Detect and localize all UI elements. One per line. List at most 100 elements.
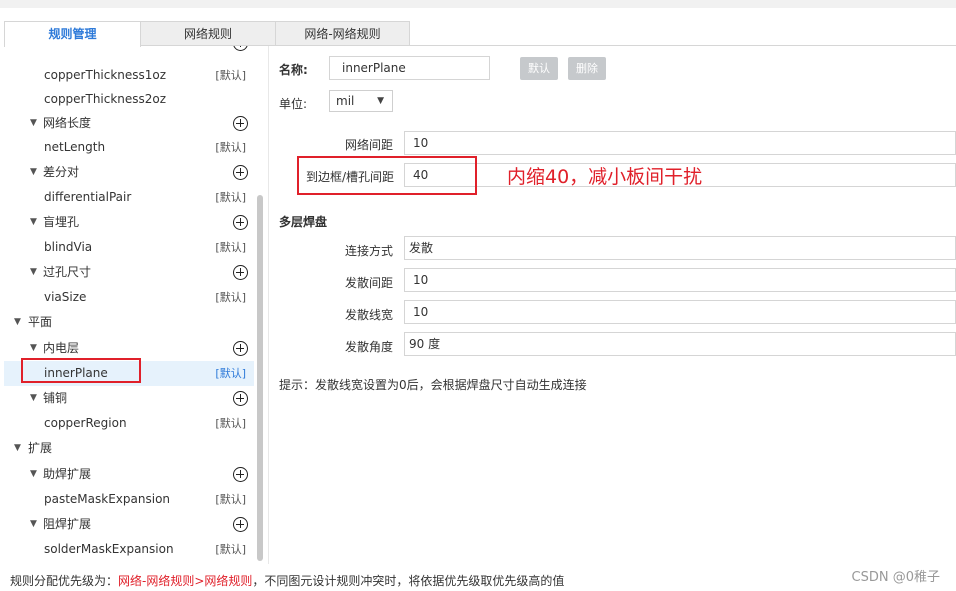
tab-bar: 规则管理 网络规则 网络-网络规则 <box>4 21 410 47</box>
default-tag: [默认] <box>215 241 246 254</box>
tree-leaf[interactable]: blindVia [默认] <box>4 235 254 260</box>
tree-group-copper-pour[interactable]: ▼ 铺铜 <box>4 386 254 411</box>
tree-leaf-label: copperRegion <box>44 416 127 430</box>
tree-leaf-label: viaSize <box>44 290 87 304</box>
spoke-angle-select[interactable]: 90 度 <box>404 332 956 356</box>
add-icon[interactable] <box>233 467 248 482</box>
tree-leaf-label: differentialPair <box>44 190 132 204</box>
add-icon[interactable] <box>233 116 248 131</box>
add-icon[interactable] <box>233 215 248 230</box>
caret-down-icon[interactable]: ▼ <box>30 386 37 411</box>
priority-footer: 规则分配优先级为：网络-网络规则>网络规则，不同图元设计规则冲突时，将依据优先级… <box>10 572 564 589</box>
unit-label: 单位: <box>279 97 308 111</box>
spoke-gap-input[interactable]: 10 <box>404 268 956 292</box>
multilayer-pad-title: 多层焊盘 <box>279 215 328 229</box>
default-tag: [默认] <box>215 191 246 204</box>
watermark: CSDN @0稚子 <box>851 570 940 585</box>
caret-down-icon[interactable]: ▼ <box>30 160 37 185</box>
rule-tree: copperThickness1oz [默认] copperThickness2… <box>4 46 258 560</box>
tree-leaf[interactable]: viaSize [默认] <box>4 285 254 310</box>
panel-divider <box>268 46 269 564</box>
add-icon[interactable] <box>233 391 248 406</box>
connect-mode-select[interactable]: 发散 <box>404 236 956 260</box>
tree-leaf[interactable]: copperThickness2oz <box>4 87 254 112</box>
tree-leaf[interactable]: copperThickness1oz [默认] <box>4 63 254 88</box>
add-icon[interactable] <box>233 517 248 532</box>
footer-prefix: 规则分配优先级为： <box>10 574 119 588</box>
tree-leaf[interactable]: pasteMaskExpansion [默认] <box>4 487 254 512</box>
caret-down-icon[interactable]: ▼ <box>30 512 37 537</box>
tree-leaf-label: solderMaskExpansion <box>44 542 174 556</box>
add-icon[interactable] <box>233 46 248 51</box>
unit-select[interactable]: mil ▼ <box>329 90 393 112</box>
spoke-gap-label: 发散间距 <box>345 276 394 290</box>
tree-node-partial[interactable] <box>4 46 254 56</box>
highlight-box-edge-gap <box>297 156 477 195</box>
unit-select-value: mil <box>336 94 355 108</box>
tree-group-solder-mask[interactable]: ▼ 阻焊扩展 <box>4 512 254 537</box>
tree-scrollbar-thumb[interactable] <box>257 195 263 561</box>
net-gap-input[interactable]: 10 <box>404 131 956 155</box>
tree-leaf-label: netLength <box>44 140 106 154</box>
default-tag: [默认] <box>215 493 246 506</box>
default-tag: [默认] <box>215 417 246 430</box>
spoke-width-label: 发散线宽 <box>345 308 394 322</box>
tree-group-paste-mask[interactable]: ▼ 助焊扩展 <box>4 462 254 487</box>
default-tag: [默认] <box>215 141 246 154</box>
name-input[interactable]: innerPlane <box>329 56 490 80</box>
footer-priority: 网络-网络规则>网络规则 <box>118 574 253 588</box>
default-tag: [默认] <box>215 291 246 304</box>
add-icon[interactable] <box>233 165 248 180</box>
top-strip <box>0 0 956 8</box>
default-tag: [默认] <box>215 367 246 380</box>
caret-down-icon[interactable]: ▼ <box>14 436 21 461</box>
add-icon[interactable] <box>233 341 248 356</box>
tree-leaf[interactable]: differentialPair [默认] <box>4 185 254 210</box>
tab-rule-management[interactable]: 规则管理 <box>4 21 141 47</box>
caret-down-icon[interactable]: ▼ <box>14 310 21 335</box>
default-tag: [默认] <box>215 69 246 82</box>
tab-net-net-rules[interactable]: 网络-网络规则 <box>275 21 410 46</box>
tree-leaf[interactable]: netLength [默认] <box>4 135 254 160</box>
tree-category-label: 扩展 <box>28 441 53 455</box>
spoke-width-input[interactable]: 10 <box>404 300 956 324</box>
tree-group-label: 盲埋孔 <box>43 215 80 229</box>
tree-group-net-length[interactable]: ▼ 网络长度 <box>4 111 254 136</box>
rule-detail-panel: 名称: innerPlane 默认 删除 单位: mil ▼ 网络间距 10 到… <box>270 46 956 566</box>
hint-text: 提示：发散线宽设置为0后，会根据焊盘尺寸自动生成连接 <box>279 378 587 392</box>
tree-group-label: 过孔尺寸 <box>43 265 92 279</box>
connect-mode-label: 连接方式 <box>345 244 394 258</box>
caret-down-icon[interactable]: ▼ <box>30 111 37 136</box>
spoke-angle-label: 发散角度 <box>345 340 394 354</box>
tree-category-label: 平面 <box>28 315 53 329</box>
tree-category-plane[interactable]: ▼ 平面 <box>4 310 254 335</box>
highlight-box-innerplane <box>21 358 141 383</box>
net-gap-label: 网络间距 <box>345 138 394 152</box>
tree-leaf[interactable]: copperRegion [默认] <box>4 411 254 436</box>
tree-leaf-label: copperThickness1oz <box>44 68 167 82</box>
tree-group-blind-via[interactable]: ▼ 盲埋孔 <box>4 210 254 235</box>
footer-suffix: ，不同图元设计规则冲突时，将依据优先级取优先级高的值 <box>252 574 565 588</box>
caret-down-icon[interactable]: ▼ <box>30 210 37 235</box>
tree-leaf-label: copperThickness2oz <box>44 92 167 106</box>
caret-down-icon[interactable]: ▼ <box>30 260 37 285</box>
delete-button[interactable]: 删除 <box>568 57 606 80</box>
add-icon[interactable] <box>233 265 248 280</box>
tree-group-via-size[interactable]: ▼ 过孔尺寸 <box>4 260 254 285</box>
tree-group-diff-pair[interactable]: ▼ 差分对 <box>4 160 254 185</box>
tree-group-label: 差分对 <box>43 165 80 179</box>
tree-group-label: 网络长度 <box>43 116 92 130</box>
annotation-text: 内缩40，减小板间干扰 <box>507 166 703 188</box>
tab-net-rules[interactable]: 网络规则 <box>140 21 276 46</box>
name-label: 名称: <box>279 63 308 77</box>
tree-group-label: 铺铜 <box>43 391 68 405</box>
tree-leaf-label: pasteMaskExpansion <box>44 492 171 506</box>
tree-category-extension[interactable]: ▼ 扩展 <box>4 436 254 461</box>
caret-down-icon[interactable]: ▼ <box>30 462 37 487</box>
default-tag: [默认] <box>215 543 246 556</box>
chevron-down-icon: ▼ <box>377 96 384 106</box>
tree-leaf[interactable]: solderMaskExpansion [默认] <box>4 537 254 560</box>
tree-leaf-label: blindVia <box>44 240 93 254</box>
default-button[interactable]: 默认 <box>520 57 558 80</box>
tree-group-label: 助焊扩展 <box>43 467 92 481</box>
